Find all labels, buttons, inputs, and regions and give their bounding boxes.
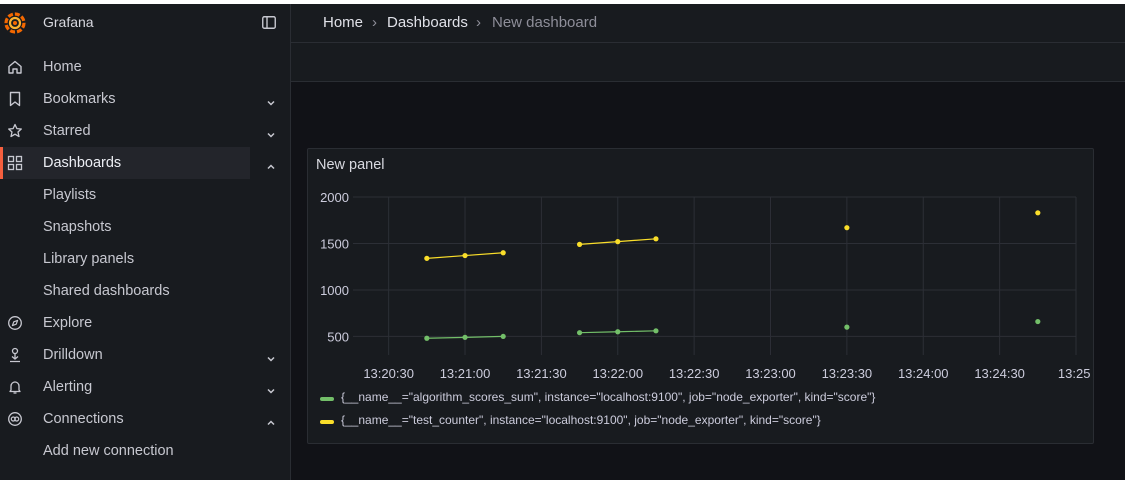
legend-label: {__name__="test_counter", instance="loca…	[341, 413, 821, 427]
chevron-down-icon[interactable]	[266, 130, 276, 140]
dock-menu-icon[interactable]	[262, 16, 276, 29]
apps-grid-icon	[7, 155, 23, 171]
y-tick-label: 1000	[320, 283, 349, 298]
x-tick-label: 13:21:30	[516, 366, 567, 381]
breadcrumb-separator: ›	[372, 14, 377, 31]
sidebar-item-connections[interactable]: Connections	[0, 403, 250, 435]
sidebar-item-explore[interactable]: Explore	[0, 307, 250, 339]
sidebar-item-label: Connections	[43, 411, 124, 427]
dashboard-toolbar	[291, 43, 1125, 82]
x-tick-label: 13:22:00	[592, 366, 643, 381]
x-tick-label: 13:20:30	[363, 366, 414, 381]
breadcrumb: Home › Dashboards › New dashboard	[291, 4, 1125, 43]
sidebar-item-starred[interactable]: Starred	[0, 115, 250, 147]
data-point	[653, 236, 659, 242]
sidebar-subitem-playlists[interactable]: Playlists	[43, 187, 96, 203]
data-point	[615, 329, 621, 335]
sidebar-item-bookmarks[interactable]: Bookmarks	[0, 83, 250, 115]
data-point	[424, 335, 430, 341]
sidebar-item-label: Home	[43, 59, 82, 75]
app-name: Grafana	[43, 14, 94, 30]
bell-icon	[9, 381, 21, 394]
sidebar-item-label: Bookmarks	[43, 91, 116, 107]
x-tick-label: 13:21:00	[440, 366, 491, 381]
sidebar-item-label: Dashboards	[43, 155, 122, 171]
legend-label: {__name__="algorithm_scores_sum", instan…	[341, 390, 876, 404]
x-tick-label: 13:23:00	[745, 366, 796, 381]
sidebar-item-drilldown[interactable]: Drilldown	[0, 339, 250, 371]
sidebar-subitem-add-new-connection[interactable]: Add new connection	[43, 443, 174, 459]
star-icon	[8, 123, 22, 138]
sidebar-item-dashboards[interactable]: Dashboards	[0, 147, 250, 179]
sidebar-item-label: Explore	[43, 315, 93, 331]
chevron-down-icon[interactable]	[266, 386, 276, 396]
breadcrumb-home[interactable]: Home	[323, 14, 363, 31]
panel-title[interactable]: New panel	[316, 157, 385, 173]
legend-swatch	[320, 420, 334, 424]
chevron-down-icon[interactable]	[266, 354, 276, 364]
data-point	[576, 330, 583, 336]
data-point	[462, 252, 468, 259]
timeseries-chart[interactable]: 2000 1500 1000 500 13:20:30 13:21:00 13:21:30 1…	[291, 180, 1091, 385]
home-icon	[8, 60, 22, 74]
breadcrumb-dashboards[interactable]: Dashboards	[387, 14, 468, 31]
grafana-logo-icon	[4, 12, 26, 34]
x-tick-label: 13:22:30	[669, 366, 720, 381]
x-tick-label: 13:24:30	[974, 366, 1025, 381]
chevron-up-icon[interactable]	[266, 162, 276, 172]
data-point	[424, 255, 430, 261]
data-point	[1035, 210, 1041, 216]
sidebar-item-label: Alerting	[43, 379, 93, 395]
data-point	[462, 334, 468, 340]
sidebar-subitem-snapshots[interactable]: Snapshots	[43, 219, 112, 235]
data-point	[653, 328, 659, 334]
x-tick-label: 13:25:	[1058, 366, 1091, 381]
y-tick-label: 500	[327, 329, 349, 344]
y-tick-label: 1500	[320, 236, 349, 251]
sidebar-item-alerting[interactable]: Alerting	[0, 371, 250, 403]
sidebar-subitem-library-panels[interactable]: Library panels	[43, 251, 134, 267]
data-point	[576, 241, 583, 247]
data-point	[1035, 318, 1041, 325]
brand[interactable]: Grafana	[0, 4, 290, 42]
drilldown-icon	[10, 347, 20, 363]
sidebar-item-home[interactable]: Home	[0, 51, 250, 83]
legend-swatch	[320, 397, 334, 401]
connections-icon	[8, 412, 22, 426]
breadcrumb-current-page: New dashboard	[492, 14, 598, 31]
chevron-down-icon[interactable]	[266, 98, 276, 108]
sidebar-item-label: Drilldown	[43, 347, 103, 363]
chevron-up-icon[interactable]	[266, 418, 276, 428]
sidebar: Grafana Home Bookmarks Starred Dashboard…	[0, 4, 291, 480]
data-point	[615, 239, 621, 245]
data-point	[500, 333, 506, 340]
data-point	[500, 250, 506, 256]
breadcrumb-separator: ›	[476, 14, 481, 31]
x-tick-label: 13:23:30	[822, 366, 873, 381]
x-tick-label: 13:24:00	[898, 366, 949, 381]
sidebar-subitem-shared-dashboards[interactable]: Shared dashboards	[43, 283, 170, 299]
compass-icon	[8, 316, 22, 330]
data-point	[844, 324, 850, 330]
sidebar-item-label: Starred	[43, 123, 91, 139]
y-tick-label: 2000	[320, 190, 349, 205]
data-point	[844, 225, 850, 231]
bookmark-icon	[9, 91, 21, 107]
